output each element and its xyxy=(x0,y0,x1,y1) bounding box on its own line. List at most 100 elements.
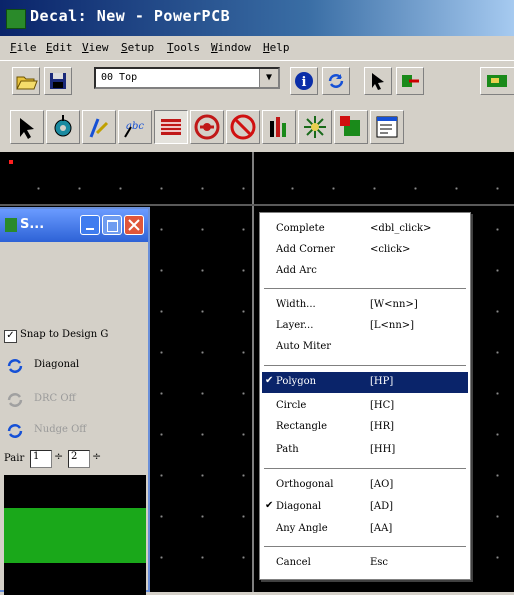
checkmark-icon: ✔ xyxy=(265,500,274,511)
close-icon xyxy=(128,219,140,231)
copper-button[interactable] xyxy=(154,110,188,144)
menu-item-add-arc[interactable]: Add Arc xyxy=(262,261,468,282)
drafting-toolbar: abc xyxy=(0,104,514,152)
cutout-button[interactable] xyxy=(190,110,224,144)
refresh-cycle-icon xyxy=(328,74,344,88)
diagonal-mode-button[interactable]: Diagonal xyxy=(4,355,148,375)
terminal-pad-icon xyxy=(54,115,72,137)
text-button[interactable]: abc xyxy=(118,110,152,144)
spinner-icon[interactable]: ÷ xyxy=(92,450,101,463)
menu-window[interactable]: Window xyxy=(211,41,251,54)
dropdown-arrow-icon[interactable]: ▼ xyxy=(259,69,278,87)
drc-label: DRC Off xyxy=(34,393,76,404)
checkmark-icon: ✓ xyxy=(4,330,17,343)
refresh-button[interactable] xyxy=(322,67,350,95)
menu-tools[interactable]: Tools xyxy=(167,41,200,54)
menu-item-orthogonal[interactable]: Orthogonal [AO] xyxy=(262,475,468,496)
drafting-options-window: S... ✓ Snap to Design G Diagonal DRC Off… xyxy=(0,207,150,595)
checkmark-icon: ✔ xyxy=(265,375,274,386)
menu-item-layer[interactable]: Layer... [L<nn>] xyxy=(262,316,468,337)
no-entry-button[interactable] xyxy=(226,110,260,144)
app-icon xyxy=(6,9,26,29)
menu-item-complete[interactable]: Complete <dbl_click> xyxy=(262,219,468,240)
nudge-off-button[interactable]: Nudge Off xyxy=(4,420,148,440)
properties-button[interactable] xyxy=(370,110,404,144)
snap-label: Snap to Design G xyxy=(20,329,109,340)
menu-item-auto-miter[interactable]: Auto Miter xyxy=(262,337,468,358)
layer-select-value: 00 Top xyxy=(101,72,138,83)
menu-item-width[interactable]: Width... [W<nn>] xyxy=(262,295,468,316)
menu-item-cancel[interactable]: Cancel Esc xyxy=(262,553,468,574)
window-title: Decal: New - PowerPCB xyxy=(30,7,231,25)
menu-setup[interactable]: Setup xyxy=(121,41,154,54)
menu-item-path[interactable]: Path [HH] xyxy=(262,440,468,461)
terminal-button[interactable] xyxy=(46,110,80,144)
pointer-arrow-icon xyxy=(20,118,34,139)
layer-select[interactable]: 00 Top ▼ xyxy=(94,67,280,89)
close-button[interactable] xyxy=(124,215,144,235)
pair-input-2[interactable]: 2 xyxy=(68,450,90,468)
preview-pane xyxy=(4,475,146,595)
menu-help[interactable]: Help xyxy=(263,41,290,54)
board-button[interactable] xyxy=(480,67,514,95)
spinner-icon[interactable]: ÷ xyxy=(54,450,63,463)
via-button[interactable] xyxy=(298,110,332,144)
2d-line-icon xyxy=(89,118,109,138)
menu-separator xyxy=(264,546,466,548)
menu-edit[interactable]: Edit xyxy=(46,41,73,54)
nudge-label: Nudge Off xyxy=(34,424,87,435)
diagonal-label: Diagonal xyxy=(34,359,80,370)
copper-fill-preview xyxy=(4,508,146,563)
text-abc-icon: abc xyxy=(124,121,144,138)
menu-bar: File Edit View Setup Tools Window Help xyxy=(0,36,514,60)
select-mode-button[interactable] xyxy=(10,110,44,144)
info-button[interactable]: i xyxy=(290,67,318,95)
keepout-bars-icon xyxy=(270,117,286,137)
menu-item-circle[interactable]: Circle [HC] xyxy=(262,396,468,417)
drc-off-button[interactable]: DRC Off xyxy=(4,389,148,409)
menu-item-diagonal[interactable]: ✔ Diagonal [AD] xyxy=(262,497,468,518)
board-icon xyxy=(487,75,507,87)
float-window-title: S... xyxy=(20,217,45,232)
save-button[interactable] xyxy=(44,67,72,95)
cutout-circle-icon xyxy=(194,114,220,140)
menu-item-any-angle[interactable]: Any Angle [AA] xyxy=(262,519,468,540)
prohibit-icon xyxy=(230,114,256,140)
snap-to-grid-checkbox[interactable]: ✓ Snap to Design G xyxy=(4,327,148,347)
menu-item-rectangle[interactable]: Rectangle [HR] xyxy=(262,417,468,438)
menu-view[interactable]: View xyxy=(82,41,109,54)
open-folder-icon xyxy=(16,76,38,90)
menu-item-add-corner[interactable]: Add Corner <click> xyxy=(262,240,468,261)
minimize-icon xyxy=(86,228,94,230)
context-menu: Complete <dbl_click> Add Corner <click> Ad… xyxy=(259,212,471,580)
pair-label: Pair xyxy=(4,453,25,464)
maximize-button[interactable] xyxy=(102,215,122,235)
pair-input-1[interactable]: 1 xyxy=(30,450,52,468)
canvas-hdivider xyxy=(0,204,514,206)
star-burst-icon xyxy=(304,116,326,138)
minimize-button[interactable] xyxy=(80,215,100,235)
select-button[interactable] xyxy=(364,67,392,95)
add-component-icon xyxy=(340,116,360,136)
menu-separator xyxy=(264,468,466,470)
keepout-button[interactable] xyxy=(262,110,296,144)
app-icon xyxy=(5,218,17,232)
svg-text:i: i xyxy=(302,75,307,90)
float-window-body: ✓ Snap to Design G Diagonal DRC Off Nudg… xyxy=(0,242,148,595)
add-component-button[interactable] xyxy=(334,110,368,144)
copper-pour-icon xyxy=(161,119,181,135)
drc-cycle-icon xyxy=(7,393,23,407)
menu-file[interactable]: File xyxy=(10,41,37,54)
floppy-disk-icon xyxy=(50,73,66,89)
nudge-cycle-icon xyxy=(7,424,23,438)
route-button[interactable] xyxy=(396,67,424,95)
open-button[interactable] xyxy=(12,67,40,95)
info-icon: i xyxy=(295,72,313,90)
pair-controls: Pair 1 ÷ 2 ÷ xyxy=(4,449,148,469)
float-window-titlebar[interactable]: S... xyxy=(0,209,148,242)
route-tool-icon xyxy=(402,75,419,87)
origin-marker xyxy=(9,160,13,164)
2d-line-button[interactable] xyxy=(82,110,116,144)
menu-separator xyxy=(264,288,466,290)
menu-item-polygon[interactable]: ✔ Polygon [HP] xyxy=(262,372,468,393)
